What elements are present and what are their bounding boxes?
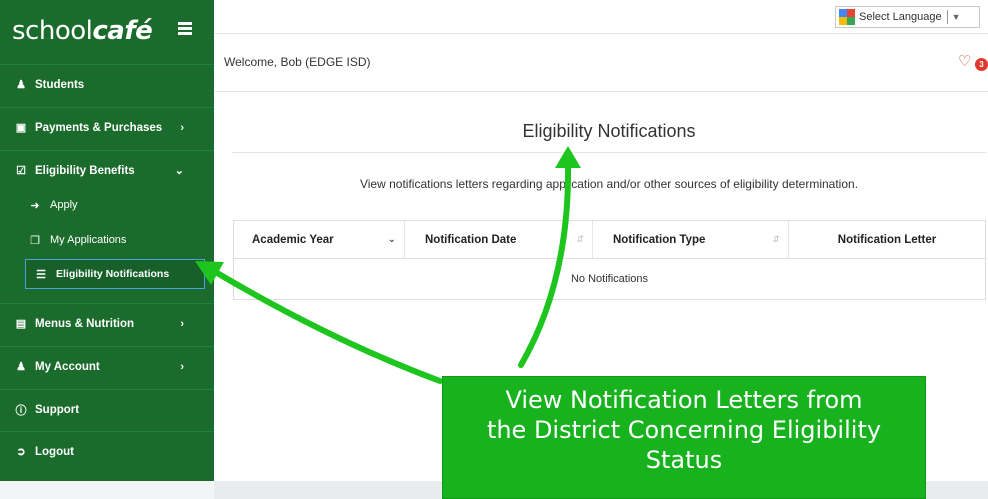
annotation-callout: View Notification Letters from the Distr…: [442, 376, 926, 499]
arrow-to-sidebar: [209, 267, 443, 384]
arrowhead-title: [555, 146, 581, 168]
arrow-to-title: [518, 159, 572, 368]
